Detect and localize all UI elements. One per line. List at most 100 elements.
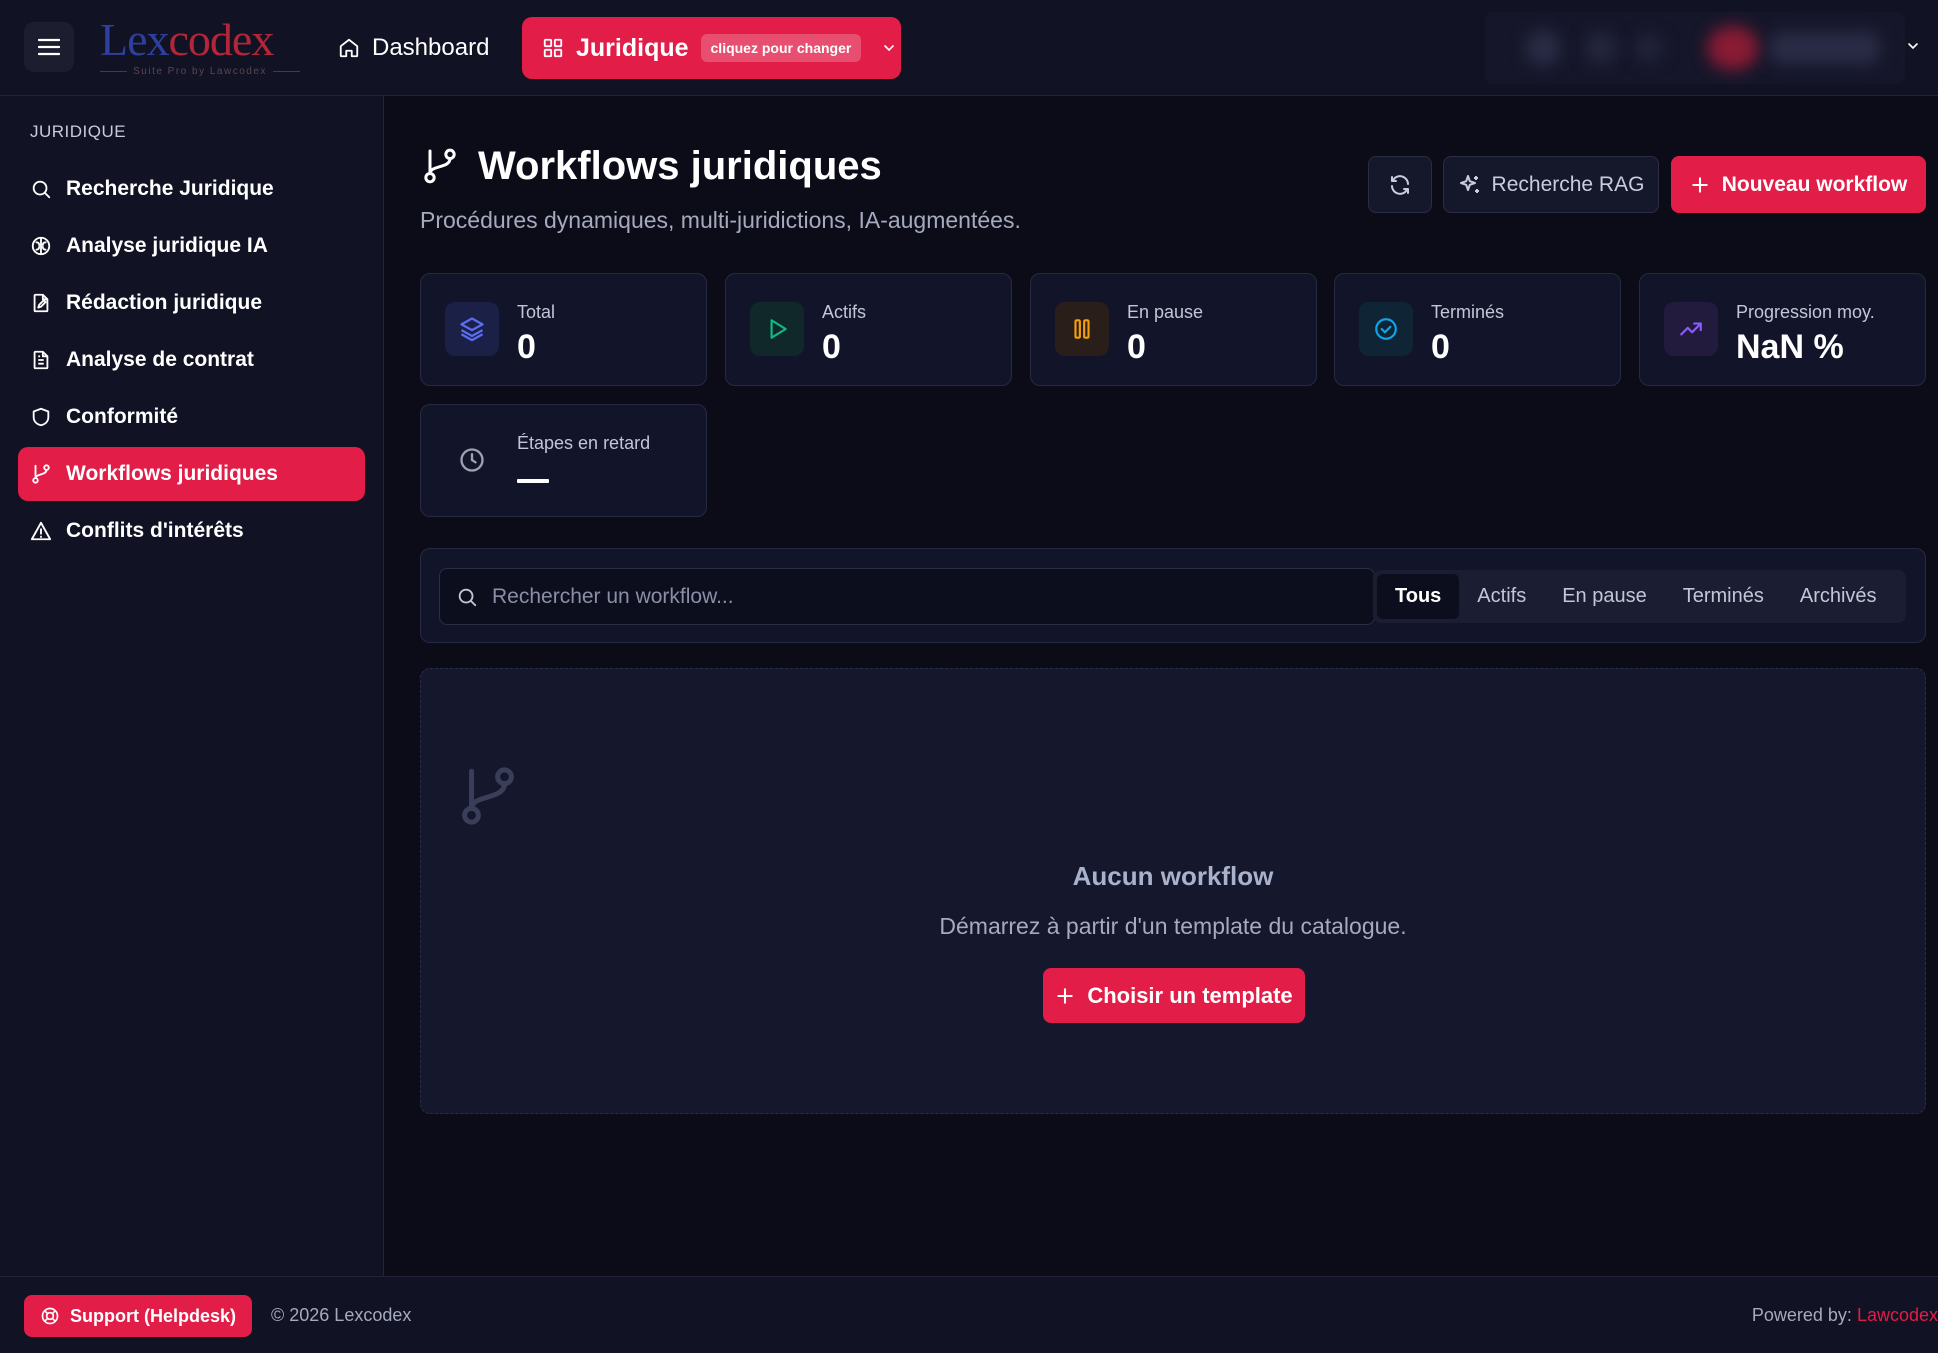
sidebar-item-label: Recherche Juridique bbox=[66, 177, 274, 200]
sidebar-item-redaction-juridique[interactable]: Rédaction juridique bbox=[18, 276, 365, 330]
logo-text: Lexcodex bbox=[100, 14, 274, 65]
alert-triangle-icon bbox=[30, 520, 52, 542]
powered-prefix: Powered by: bbox=[1751, 1305, 1857, 1325]
search-icon bbox=[456, 586, 478, 608]
stat-card-en-pause: En pause 0 bbox=[1030, 273, 1317, 386]
stat-label: Total bbox=[517, 302, 556, 322]
page-header: Workflows juridiques bbox=[420, 138, 882, 194]
sidebar-item-analyse-de-contrat[interactable]: Analyse de contrat bbox=[18, 333, 365, 387]
sparkles-icon bbox=[1458, 173, 1482, 197]
lifebuoy-icon bbox=[40, 1306, 60, 1326]
search-icon bbox=[30, 178, 52, 200]
chevron-down-icon bbox=[881, 40, 897, 56]
stat-value: 0 bbox=[1127, 328, 1146, 366]
pause-icon bbox=[1055, 302, 1109, 356]
copyright-text: © 2026 Lexcodex bbox=[271, 1305, 412, 1325]
powered-by: Powered by: Lawcodex bbox=[1752, 1305, 1938, 1326]
empty-state-text: Démarrez à partir d'un template du catal… bbox=[939, 913, 1407, 939]
stat-value-placeholder bbox=[517, 479, 549, 483]
stat-label: Actifs bbox=[822, 302, 867, 322]
page-title: Workflows juridiques bbox=[478, 143, 882, 188]
tab-archives[interactable]: Archivés bbox=[1782, 574, 1895, 619]
empty-state-panel: Aucun workflow Démarrez à partir d'un te… bbox=[420, 668, 1926, 1114]
sidebar-item-label: Analyse juridique IA bbox=[66, 234, 268, 257]
powered-brand-link[interactable]: Lawcodex bbox=[1857, 1305, 1938, 1325]
sidebar: JURIDIQUE Recherche Juridique Analyse ju… bbox=[0, 96, 384, 1276]
tab-tous[interactable]: Tous bbox=[1377, 574, 1460, 619]
stat-card-etapes-en-retard: Étapes en retard bbox=[420, 404, 707, 517]
new-workflow-label: Nouveau workflow bbox=[1721, 172, 1908, 196]
hamburger-icon bbox=[38, 38, 60, 56]
stat-label: Progression moy. bbox=[1736, 302, 1875, 322]
home-icon bbox=[338, 37, 360, 59]
stat-label: Étapes en retard bbox=[517, 433, 651, 453]
shield-icon bbox=[30, 406, 52, 428]
footer: Support (Helpdesk) © 2026 Lexcodex Power… bbox=[0, 1276, 1938, 1353]
search-input[interactable] bbox=[492, 584, 1374, 609]
user-menu[interactable] bbox=[1485, 12, 1905, 84]
tab-termines[interactable]: Terminés bbox=[1665, 574, 1782, 619]
sidebar-item-label: Rédaction juridique bbox=[66, 291, 263, 314]
sidebar-item-conformite[interactable]: Conformité bbox=[18, 390, 365, 444]
git-branch-icon bbox=[455, 763, 521, 829]
sidebar-item-workflows-juridiques[interactable]: Workflows juridiques bbox=[18, 447, 365, 501]
layers-icon bbox=[445, 302, 499, 356]
search-field[interactable] bbox=[439, 568, 1375, 625]
sidebar-item-label: Conformité bbox=[66, 405, 178, 428]
stat-card-termines: Terminés 0 bbox=[1334, 273, 1621, 386]
top-bar: Lexcodex Suite Pro by Lawcodex Dashboard… bbox=[0, 0, 1938, 96]
tab-actifs[interactable]: Actifs bbox=[1459, 574, 1544, 619]
stat-value: NaN % bbox=[1736, 328, 1844, 366]
sidebar-item-recherche-juridique[interactable]: Recherche Juridique bbox=[18, 162, 365, 216]
module-hint-badge: cliquez pour changer bbox=[700, 34, 862, 62]
sidebar-item-label: Analyse de contrat bbox=[66, 348, 254, 371]
sidebar-item-label: Workflows juridiques bbox=[66, 462, 278, 485]
stat-card-actifs: Actifs 0 bbox=[725, 273, 1012, 386]
logo[interactable]: Lexcodex Suite Pro by Lawcodex bbox=[100, 14, 300, 77]
tab-en-pause[interactable]: En pause bbox=[1544, 574, 1665, 619]
git-branch-icon bbox=[420, 146, 460, 186]
grid-icon bbox=[542, 37, 564, 59]
status-tabs: Tous Actifs En pause Terminés Archivés bbox=[1373, 570, 1906, 623]
logo-subtitle: Suite Pro by Lawcodex bbox=[100, 66, 300, 77]
sidebar-item-label: Conflits d'intérêts bbox=[66, 519, 244, 542]
stat-value: 0 bbox=[822, 328, 841, 366]
plus-icon bbox=[1690, 175, 1710, 195]
check-circle-icon bbox=[1359, 302, 1413, 356]
sidebar-section-title: JURIDIQUE bbox=[30, 122, 127, 141]
git-branch-icon bbox=[30, 463, 52, 485]
file-pen-icon bbox=[30, 292, 52, 314]
stat-value: 0 bbox=[517, 328, 536, 366]
page-subtitle: Procédures dynamiques, multi-juridiction… bbox=[420, 207, 1021, 233]
clock-icon bbox=[445, 433, 499, 487]
stat-label: Terminés bbox=[1431, 302, 1505, 322]
sidebar-item-analyse-juridique-ia[interactable]: Analyse juridique IA bbox=[18, 219, 365, 273]
empty-state-title: Aucun workflow bbox=[1072, 861, 1274, 891]
sidebar-item-conflits-interets[interactable]: Conflits d'intérêts bbox=[18, 504, 365, 558]
new-workflow-button[interactable]: Nouveau workflow bbox=[1671, 156, 1926, 213]
menu-toggle-button[interactable] bbox=[24, 22, 74, 72]
stat-value: 0 bbox=[1431, 328, 1450, 366]
trending-up-icon bbox=[1664, 302, 1718, 356]
file-text-icon bbox=[30, 349, 52, 371]
play-icon bbox=[750, 302, 804, 356]
choose-template-label: Choisir un template bbox=[1087, 982, 1293, 1008]
module-switcher-button[interactable]: Juridique cliquez pour changer bbox=[522, 17, 901, 79]
rag-search-button[interactable]: Recherche RAG bbox=[1443, 156, 1659, 213]
filter-bar: Tous Actifs En pause Terminés Archivés bbox=[420, 548, 1926, 643]
stat-card-total: Total 0 bbox=[420, 273, 707, 386]
module-name: Juridique bbox=[576, 33, 689, 62]
plus-icon bbox=[1055, 986, 1075, 1006]
dashboard-label: Dashboard bbox=[372, 34, 490, 61]
stat-label: En pause bbox=[1127, 302, 1204, 322]
support-label: Support (Helpdesk) bbox=[69, 1305, 236, 1326]
choose-template-button[interactable]: Choisir un template bbox=[1043, 968, 1305, 1023]
dashboard-link[interactable]: Dashboard bbox=[338, 30, 489, 66]
rag-search-label: Recherche RAG bbox=[1491, 172, 1645, 196]
user-menu-chevron-icon[interactable] bbox=[1905, 38, 1921, 54]
brain-icon bbox=[30, 235, 52, 257]
refresh-icon bbox=[1388, 173, 1412, 197]
support-button[interactable]: Support (Helpdesk) bbox=[24, 1295, 252, 1337]
stat-card-progression: Progression moy. NaN % bbox=[1639, 273, 1926, 386]
refresh-button[interactable] bbox=[1368, 156, 1432, 213]
